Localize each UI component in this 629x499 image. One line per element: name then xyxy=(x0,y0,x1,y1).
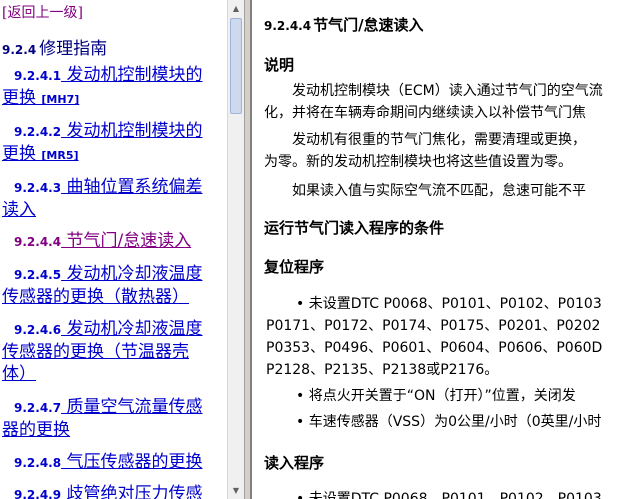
description-heading: 说明 xyxy=(264,56,295,74)
nav-item-number: 9.2.4.3 xyxy=(14,181,62,195)
nav-item-label: 气压传感器的更换 xyxy=(66,452,203,472)
bullet-text: 未设置DTC P0068、P0101、P0102、P0103 xyxy=(308,491,602,499)
bullet-item: • 将点火开关置于“ON（打开）”位置，关闭发 xyxy=(296,388,576,404)
description-paragraph-2: 发动机有很重的节气门焦化，需要清理或更换， 为零。新的发动机控制模块也将这些值设… xyxy=(264,129,629,173)
nav-item-label: 更换 xyxy=(2,144,36,164)
nav-item-label: 发动机控制模块的 xyxy=(66,121,203,141)
nav-item-number: 9.2.4.5 xyxy=(14,268,62,282)
bullet-text: 未设置DTC P0068、P0101、P0102、P0103 xyxy=(308,296,602,312)
bullet-text: 车速传感器（VSS）为0公里/小时（0英里/小时 xyxy=(308,414,602,430)
nav-item-number: 9.2.4.2 xyxy=(14,125,62,139)
bullet-continuation: P0171、P0172、P0174、P0175、P0201、P0202 xyxy=(266,318,601,334)
section-number: 9.2.4 xyxy=(2,43,37,57)
nav-item-label: 器的更换 xyxy=(2,420,70,440)
section-title: 修理指南 xyxy=(39,39,108,59)
nav-item-model: [MH7] xyxy=(41,93,80,106)
nav-item-label: 传感器的更换（节温器壳 xyxy=(2,342,189,362)
scrollbar-thumb[interactable] xyxy=(230,18,242,114)
nav-item-model: [MR5] xyxy=(41,149,79,162)
scroll-up-arrow-icon[interactable]: ▲ xyxy=(228,0,244,17)
reset-procedure-heading: 复位程序 xyxy=(264,258,325,276)
navigation-pane: [返回上一级] 9.2.4 修理指南 9.2.4.1 发动机控制模块的 更换 [M… xyxy=(0,0,227,499)
nav-item-label: 传感器的更换（散热器） xyxy=(2,287,189,307)
back-link[interactable]: [返回上一级] xyxy=(2,2,83,22)
page-number: 9.2.4.4 xyxy=(264,19,312,33)
scroll-down-arrow-icon[interactable]: ▼ xyxy=(228,482,244,499)
content-pane: 9.2.4.4 节气门/怠速读入 说明 发动机控制模块（ECM）读入通过节气门的空… xyxy=(251,0,629,499)
nav-item-number: 9.2.4.9 xyxy=(14,488,62,499)
nav-item-label: 歧管绝对压力传感 xyxy=(66,484,203,499)
paragraph-line: 为零。新的发动机控制模块也将这些值设置为零。 xyxy=(264,154,572,170)
nav-item-ect-sensor-radiator[interactable]: 9.2.4.5 发动机冷却液温度 传感器的更换（散热器） xyxy=(2,263,226,308)
section-heading: 9.2.4 修理指南 xyxy=(2,34,107,59)
nav-item-number: 9.2.4.6 xyxy=(14,323,62,337)
bullet-text: 将点火开关置于“ON（打开）”位置，关闭发 xyxy=(308,388,576,404)
paragraph-line: 如果读入值与实际空气流不匹配，怠速可能不平 xyxy=(292,183,586,199)
nav-item-label: 体） xyxy=(2,364,36,384)
conditions-heading: 运行节气门读入程序的条件 xyxy=(264,219,445,237)
nav-item-label: 更换 xyxy=(2,88,36,108)
nav-item-throttle-idle-learn[interactable]: 9.2.4.4 节气门/怠速读入 xyxy=(2,230,226,253)
nav-item-number: 9.2.4.1 xyxy=(14,69,62,83)
navigation-scrollbar[interactable]: ▲ ▼ xyxy=(227,0,244,499)
page-title: 9.2.4.4 节气门/怠速读入 xyxy=(264,14,424,35)
nav-item-label: 曲轴位置系统偏差 xyxy=(66,177,203,197)
learn-procedure-heading: 读入程序 xyxy=(264,454,325,472)
description-paragraph-1: 发动机控制模块（ECM）读入通过节气门的空气流 化，并将在车辆寿命期间内继续读入… xyxy=(264,80,629,124)
paragraph-line: 发动机控制模块（ECM）读入通过节气门的空气流 xyxy=(292,83,603,99)
bullet-item: • 未设置DTC P0068、P0101、P0102、P0103 xyxy=(296,296,602,312)
bullet-continuation: P0353、P0496、P0601、P0604、P0606、P060D xyxy=(266,340,603,356)
nav-item-ecm-replacement-mh7[interactable]: 9.2.4.1 发动机控制模块的 更换 [MH7] xyxy=(2,64,226,111)
nav-item-map-sensor[interactable]: 9.2.4.9 歧管绝对压力传感 xyxy=(2,483,226,499)
nav-item-baro-sensor-replacement[interactable]: 9.2.4.8 气压传感器的更换 xyxy=(2,451,226,474)
nav-item-ect-sensor-thermostat[interactable]: 9.2.4.6 发动机冷却液温度 传感器的更换（节温器壳 体） xyxy=(2,318,226,385)
nav-item-label: 发动机冷却液温度 xyxy=(66,264,203,284)
nav-item-label: 发动机冷却液温度 xyxy=(66,319,203,339)
nav-item-label: 质量空气流量传感 xyxy=(66,397,203,417)
bullet-continuation: P2128、P2135、P2138或P2176。 xyxy=(266,362,499,378)
nav-item-number: 9.2.4.8 xyxy=(14,456,62,470)
nav-item-crankshaft-variation-learn[interactable]: 9.2.4.3 曲轴位置系统偏差 读入 xyxy=(2,176,226,221)
page-title-text: 节气门/怠速读入 xyxy=(313,16,424,34)
paragraph-line: 发动机有很重的节气门焦化，需要清理或更换， xyxy=(292,132,586,148)
nav-item-maf-sensor-replacement[interactable]: 9.2.4.7 质量空气流量传感 器的更换 xyxy=(2,396,226,441)
nav-item-number: 9.2.4.7 xyxy=(14,401,62,415)
pane-splitter[interactable] xyxy=(244,0,251,499)
description-paragraph-3: 如果读入值与实际空气流不匹配，怠速可能不平 xyxy=(264,180,629,202)
nav-item-label: 节气门/怠速读入 xyxy=(66,231,192,251)
bullet-item: • 车速传感器（VSS）为0公里/小时（0英里/小时 xyxy=(296,414,602,430)
bullet-item: • 未设置DTC P0068、P0101、P0102、P0103 xyxy=(296,488,602,499)
nav-item-number: 9.2.4.4 xyxy=(14,235,62,249)
paragraph-line: 化，并将在车辆寿命期间内继续读入以补偿节气门焦 xyxy=(264,105,586,121)
nav-item-label: 发动机控制模块的 xyxy=(66,65,203,85)
nav-item-ecm-replacement-mr5[interactable]: 9.2.4.2 发动机控制模块的 更换 [MR5] xyxy=(2,120,226,167)
nav-item-label: 读入 xyxy=(2,200,36,220)
